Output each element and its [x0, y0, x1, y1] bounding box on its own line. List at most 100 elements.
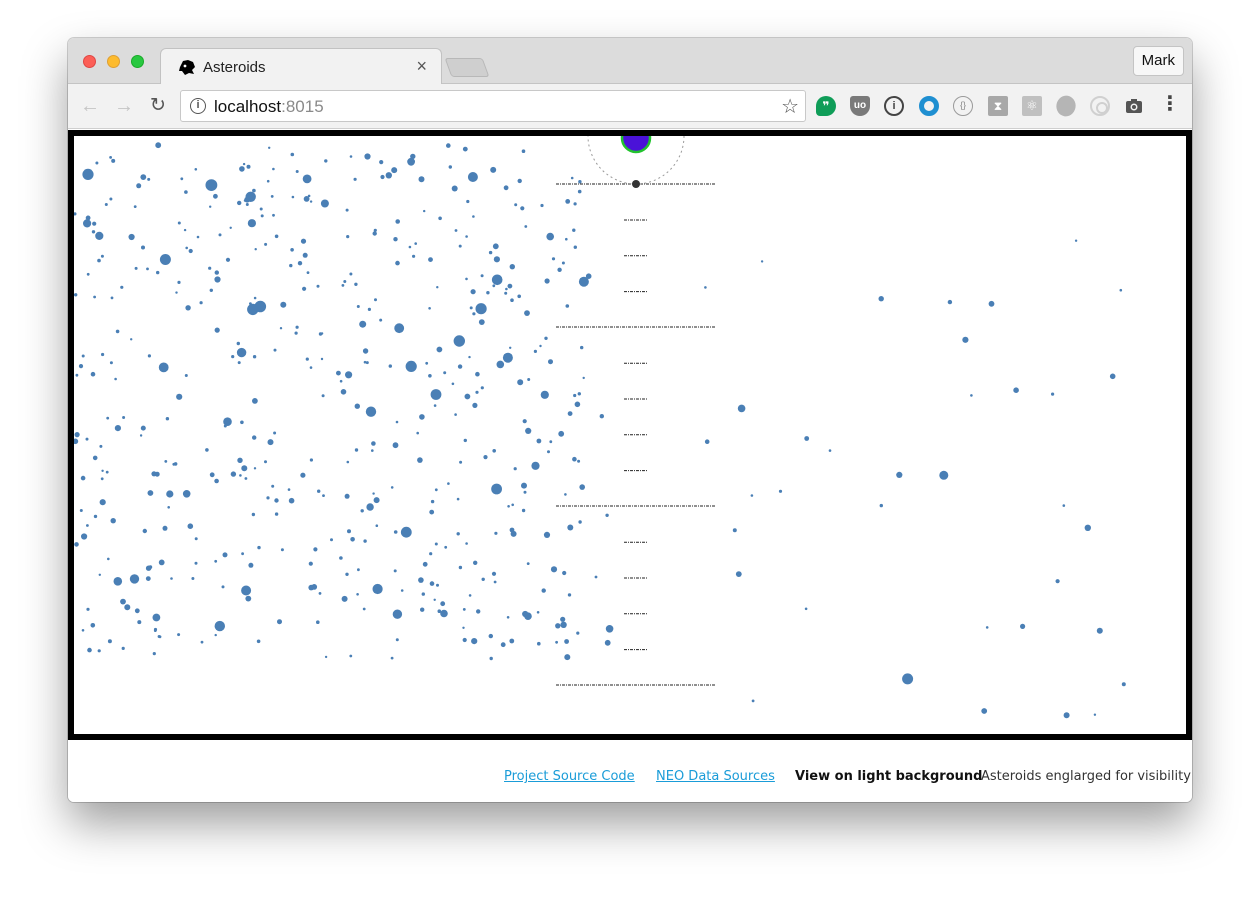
asteroid-dot: [145, 576, 151, 581]
asteroid-dot: [496, 360, 505, 369]
asteroid-dot: [517, 294, 521, 299]
asteroid-dot: [436, 346, 443, 353]
new-tab-button[interactable]: [444, 58, 490, 77]
asteroid-dot: [214, 620, 225, 632]
asteroid-dot: [468, 594, 472, 597]
asteroid-dot: [300, 238, 307, 244]
enlarged-note: Asteroids englarged for visibility: [981, 769, 1191, 784]
url-port: :8015: [281, 97, 324, 116]
asteroid-dot: [294, 331, 298, 335]
asteroid-dot: [306, 271, 310, 274]
asteroid-dot: [560, 616, 566, 622]
ublock-icon[interactable]: uo: [850, 96, 870, 116]
asteroid-dot: [254, 248, 257, 251]
asteroid-dot: [271, 484, 275, 488]
asteroid-dot: [99, 499, 106, 506]
back-arrow-icon[interactable]: ←: [80, 96, 100, 116]
asteroid-dot: [509, 264, 515, 270]
asteroid-dot: [343, 280, 347, 283]
window-maximize-button[interactable]: [131, 55, 144, 68]
menu-icon[interactable]: ⋮: [1160, 94, 1180, 114]
asteroid-dot: [183, 228, 187, 232]
asteroid-dot: [567, 411, 573, 416]
asteroid-dot: [489, 656, 493, 661]
ring-icon[interactable]: [919, 96, 939, 116]
asteroid-dot: [247, 219, 256, 228]
forward-arrow-icon[interactable]: →: [114, 96, 134, 116]
asteroid-dot: [252, 435, 257, 440]
asteroid-dot: [371, 449, 374, 452]
asteroid-dot: [517, 379, 524, 386]
asteroid-dot: [430, 499, 435, 504]
address-bar[interactable]: i localhost:8015 ☆: [180, 90, 806, 122]
info-icon[interactable]: i: [190, 98, 206, 114]
asteroid-dot: [573, 245, 577, 249]
target-icon[interactable]: [1090, 96, 1110, 116]
window-minimize-button[interactable]: [107, 55, 120, 68]
asteroid-dot: [147, 177, 151, 181]
asteroid-dot: [349, 654, 353, 658]
asteroid-dot: [194, 561, 198, 565]
asteroid-dot: [372, 583, 383, 595]
asteroid-dot: [472, 402, 478, 408]
asteroid-dot: [241, 585, 252, 596]
window-close-button[interactable]: [83, 55, 96, 68]
asteroid-dot: [251, 512, 256, 517]
asteroid-dot: [557, 267, 562, 272]
asteroid-dot: [392, 442, 399, 449]
asteroid-dot: [379, 160, 384, 165]
profile-button[interactable]: Mark: [1132, 46, 1184, 76]
tab-asteroids[interactable]: Asteroids ×: [160, 48, 442, 85]
hourglass-icon[interactable]: ⧗: [988, 96, 1008, 116]
asteroid-dot: [419, 414, 425, 420]
asteroid-dot: [273, 431, 277, 435]
asteroid-dot: [407, 157, 415, 166]
asteroid-dot: [236, 347, 247, 358]
asteroid-dot: [245, 203, 249, 206]
asteroid-dot: [737, 404, 746, 413]
asteroid-dot: [511, 503, 514, 507]
reload-icon[interactable]: ↻: [148, 96, 168, 116]
asteroid-dot: [93, 295, 96, 299]
football-icon[interactable]: [1052, 92, 1080, 120]
project-source-link[interactable]: Project Source Code: [504, 769, 635, 784]
asteroid-dot: [146, 267, 149, 271]
asteroid-dot: [357, 568, 360, 572]
asteroid-dot: [778, 489, 783, 493]
bookmark-star-icon[interactable]: ☆: [781, 94, 799, 119]
asteroid-dot: [1062, 504, 1066, 507]
asteroid-visualization[interactable]: [68, 130, 1192, 740]
asteroid-dot: [83, 219, 92, 228]
asteroid-dot: [1051, 392, 1055, 396]
asteroid-dot: [273, 348, 277, 352]
asteroid-dot: [472, 312, 476, 316]
asteroid-dot: [492, 449, 497, 453]
url-host: localhost: [214, 97, 282, 116]
asteroid-dot: [245, 595, 252, 602]
asteroid-dot: [114, 425, 121, 432]
asteroid-dot: [90, 623, 96, 628]
hangouts-icon[interactable]: ❞: [816, 96, 836, 116]
asteroid-dot: [473, 560, 478, 565]
asteroid-dot: [451, 185, 458, 192]
react-icon[interactable]: ⚛: [1022, 96, 1042, 116]
asteroid-dot: [458, 365, 462, 369]
asteroid-dot: [341, 595, 348, 602]
onepassword-icon[interactable]: i: [884, 96, 904, 116]
asteroid-dot: [99, 444, 103, 448]
asteroid-dot: [241, 552, 245, 556]
asteroid-dot: [302, 174, 312, 184]
asteroid-dot: [493, 580, 497, 584]
asteroid-dot: [280, 548, 284, 552]
tab-close-icon[interactable]: ×: [416, 56, 427, 76]
asteroid-dot: [134, 608, 140, 614]
asteroid-dot: [316, 620, 320, 624]
neo-data-sources-link[interactable]: NEO Data Sources: [656, 769, 775, 784]
asteroid-dot: [81, 533, 88, 540]
light-background-toggle[interactable]: View on light background: [795, 769, 982, 784]
json-icon[interactable]: {}: [953, 96, 973, 116]
asteroid-dot: [98, 573, 101, 576]
asteroid-dot: [576, 631, 580, 635]
camera-icon[interactable]: [1124, 96, 1144, 116]
asteroid-dot: [531, 461, 540, 470]
